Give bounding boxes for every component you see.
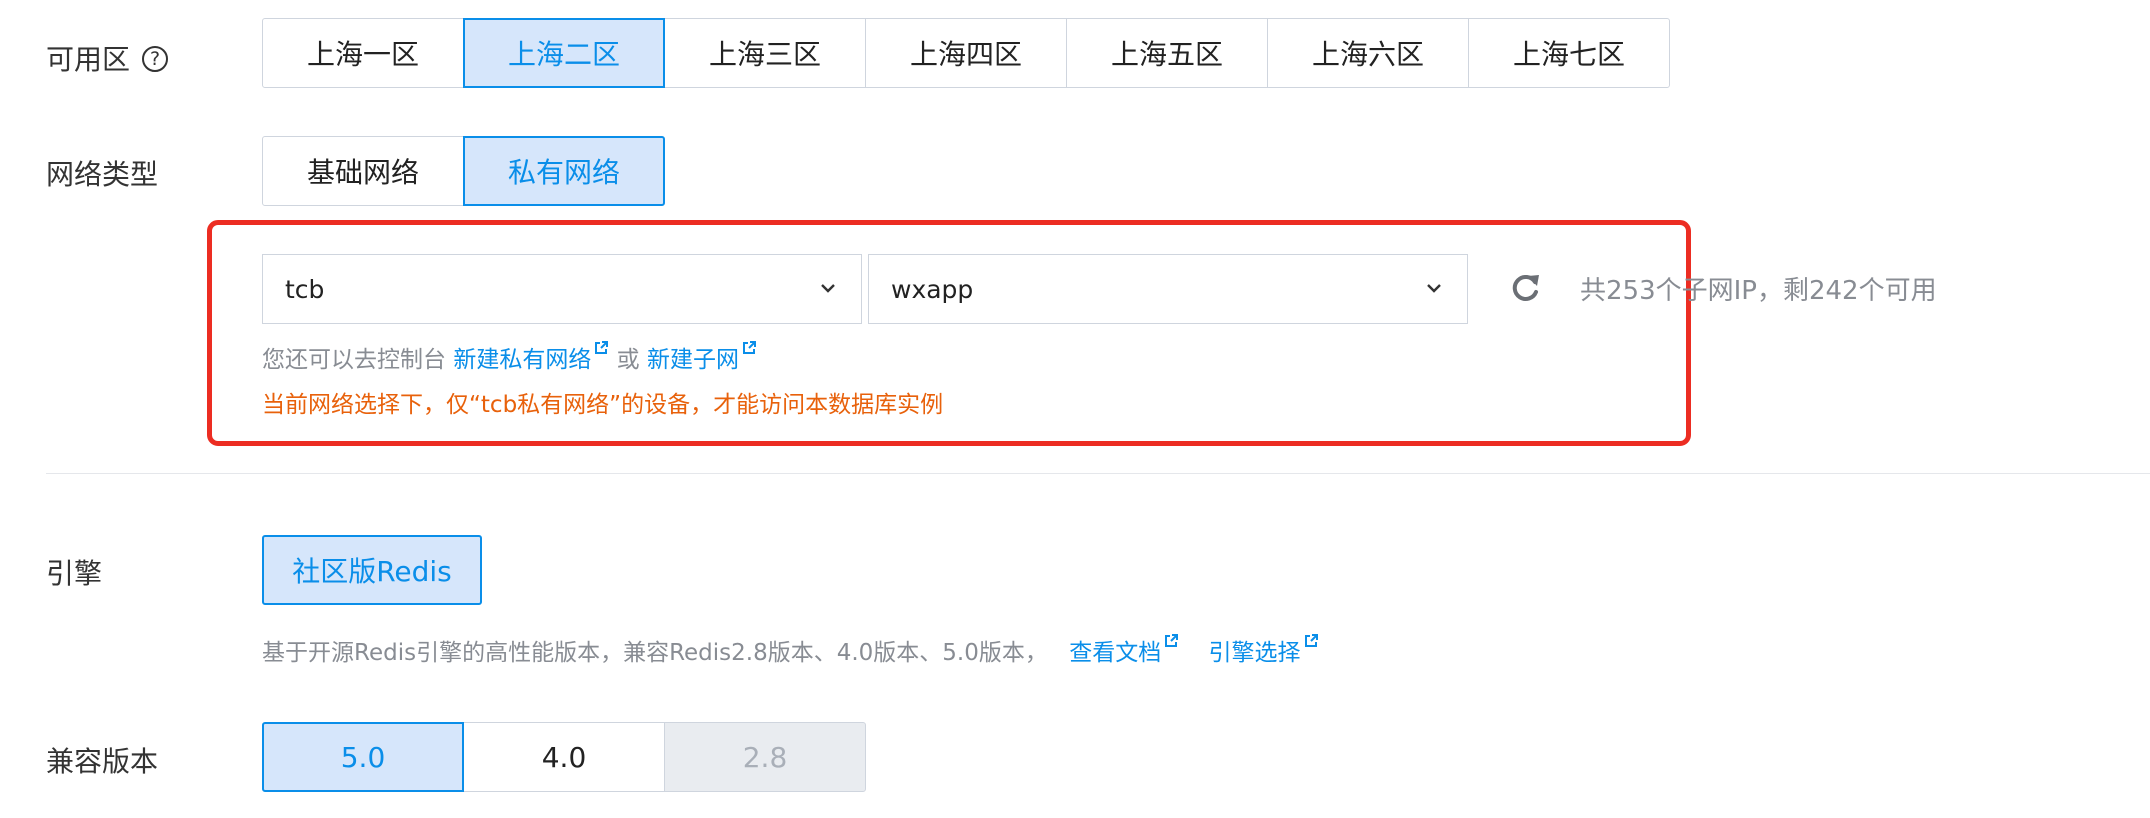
zone-option-1[interactable]: 上海一区 <box>262 18 464 88</box>
network-option-vpc[interactable]: 私有网络 <box>463 136 665 206</box>
zone-label-text: 可用区 <box>46 43 131 76</box>
vpc-select-value: tcb <box>285 274 325 304</box>
engine-option-redis[interactable]: 社区版Redis <box>262 535 482 605</box>
zone-option-6[interactable]: 上海六区 <box>1267 18 1469 88</box>
engine-description-row: 基于开源Redis引擎的高性能版本，兼容Redis2.8版本、4.0版本、5.0… <box>262 633 1319 667</box>
engine-choice-link-text: 引擎选择 <box>1208 640 1301 666</box>
zone-option-5[interactable]: 上海五区 <box>1066 18 1268 88</box>
version-label: 兼容版本 <box>46 745 159 778</box>
console-hint-text: 您还可以去控制台 <box>262 347 446 373</box>
network-type-label: 网络类型 <box>46 158 159 191</box>
external-link-icon <box>1165 634 1179 647</box>
create-vpc-link-text: 新建私有网络 <box>453 347 592 373</box>
chevron-down-icon <box>821 284 835 293</box>
docs-link-text: 查看文档 <box>1069 640 1162 666</box>
engine-selector: 社区版Redis <box>262 535 482 605</box>
network-warning: 当前网络选择下，仅“tcb私有网络”的设备，才能访问本数据库实例 <box>262 392 944 418</box>
console-hint: 您还可以去控制台 新建私有网络 或 新建子网 <box>262 340 757 374</box>
subnet-select-value: wxapp <box>891 274 974 304</box>
subnet-info: 共253个子网IP，剩242个可用 <box>1580 276 1937 306</box>
create-subnet-link-text: 新建子网 <box>646 347 739 373</box>
create-vpc-link[interactable]: 新建私有网络 <box>453 341 609 373</box>
version-option-4-0[interactable]: 4.0 <box>463 722 665 792</box>
create-subnet-link[interactable]: 新建子网 <box>646 341 757 373</box>
version-option-2-8: 2.8 <box>664 722 866 792</box>
zone-option-4[interactable]: 上海四区 <box>865 18 1067 88</box>
chevron-down-icon <box>1427 284 1441 293</box>
engine-description: 基于开源Redis引擎的高性能版本，兼容Redis2.8版本、4.0版本、5.0… <box>262 640 1048 666</box>
subnet-select[interactable]: wxapp <box>868 254 1468 324</box>
zone-option-3[interactable]: 上海三区 <box>664 18 866 88</box>
zone-label: 可用区? <box>46 38 169 78</box>
external-link-icon <box>742 341 756 354</box>
help-icon[interactable]: ? <box>142 46 169 72</box>
network-option-basic[interactable]: 基础网络 <box>262 136 464 206</box>
section-divider <box>46 473 2150 474</box>
network-type-selector: 基础网络 私有网络 <box>262 136 665 206</box>
external-link-icon <box>1304 634 1318 647</box>
version-selector: 5.0 4.0 2.8 <box>262 722 866 792</box>
zone-option-7[interactable]: 上海七区 <box>1468 18 1670 88</box>
zone-option-2[interactable]: 上海二区 <box>463 18 665 88</box>
vpc-select[interactable]: tcb <box>262 254 862 324</box>
docs-link[interactable]: 查看文档 <box>1069 634 1179 666</box>
engine-choice-link[interactable]: 引擎选择 <box>1208 634 1319 666</box>
zone-selector: 上海一区 上海二区 上海三区 上海四区 上海五区 上海六区 上海七区 <box>262 18 1670 88</box>
refresh-icon[interactable] <box>1508 271 1542 305</box>
version-option-5-0[interactable]: 5.0 <box>262 722 464 792</box>
external-link-icon <box>595 341 609 354</box>
engine-label: 引擎 <box>46 557 103 590</box>
or-text: 或 <box>616 347 640 373</box>
